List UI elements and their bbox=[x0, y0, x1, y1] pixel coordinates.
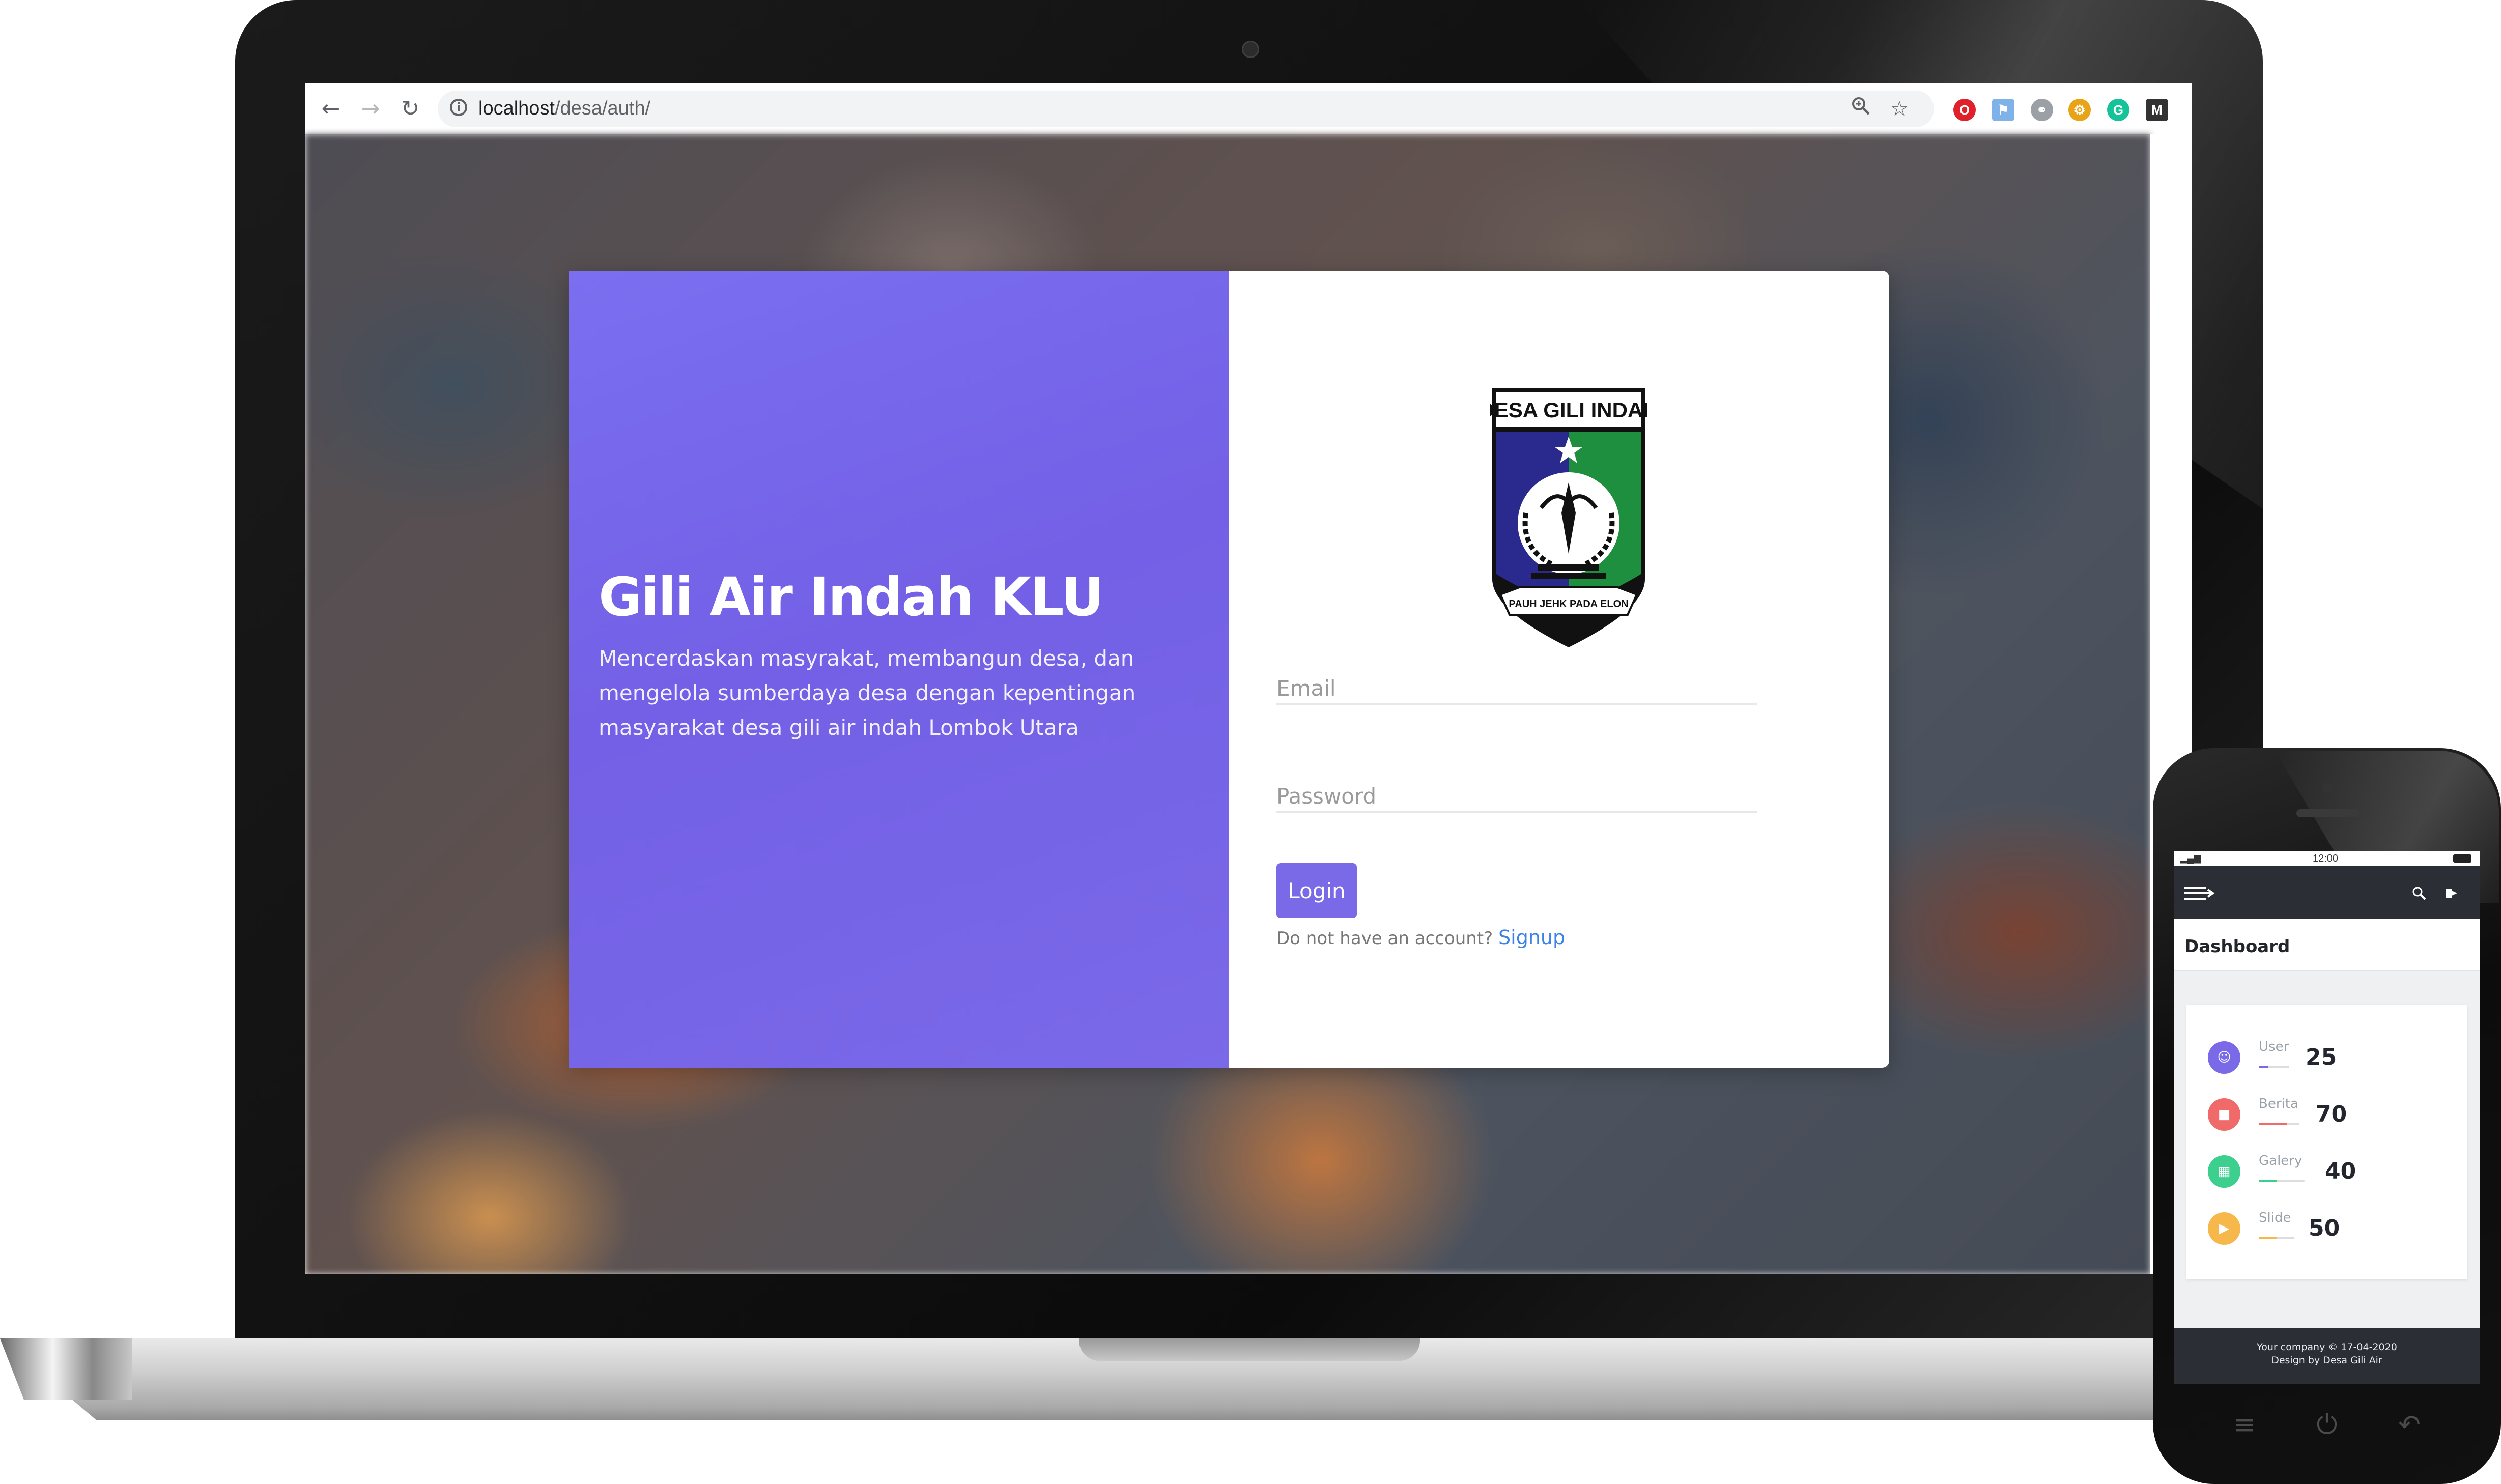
grammarly-extension-icon[interactable]: G bbox=[2107, 99, 2129, 121]
forward-icon[interactable]: → bbox=[356, 95, 385, 123]
stat-value-berita: 70 bbox=[2316, 1101, 2347, 1127]
laptop-screen: ← → ↻ i localhost/desa/auth/ ☆ O ⚑ ⚭ ⚙ G… bbox=[305, 83, 2192, 1274]
hero-description: Mencerdaskan masyrakat, membangun desa, … bbox=[599, 646, 1136, 740]
stat-bar-berita bbox=[2259, 1123, 2299, 1125]
laptop-opening-notch bbox=[1079, 1338, 1420, 1361]
zoom-icon[interactable] bbox=[1848, 96, 1874, 122]
menu-icon[interactable] bbox=[2183, 884, 2216, 902]
user-icon: ☺ bbox=[2208, 1041, 2240, 1074]
stat-label-user: User bbox=[2259, 1039, 2289, 1054]
phone-status-bar: ▂▄▆ 12:00 bbox=[2174, 851, 2480, 866]
m-extension-icon[interactable]: M bbox=[2146, 99, 2168, 121]
dashboard-title: Dashboard bbox=[2184, 936, 2290, 957]
news-icon: ■ bbox=[2208, 1098, 2240, 1131]
logo-motto: PAUH JEHK PADA ELON bbox=[1509, 598, 1628, 610]
reload-icon[interactable]: ↻ bbox=[396, 95, 424, 123]
stat-value-user: 25 bbox=[2306, 1044, 2337, 1070]
dashboard-header: Dashboard bbox=[2174, 919, 2480, 971]
stat-bar-slide bbox=[2259, 1237, 2294, 1239]
browser-toolbar: ← → ↻ i localhost/desa/auth/ ☆ O ⚑ ⚭ ⚙ G… bbox=[305, 83, 2192, 135]
email-field[interactable] bbox=[1276, 673, 1757, 705]
stat-value-galery: 40 bbox=[2325, 1158, 2356, 1184]
url-host: localhost bbox=[478, 98, 555, 119]
footer-credit: Design by Desa Gili Air bbox=[2271, 1355, 2382, 1366]
hero-panel: Gili Air Indah KLU Mencerdaskan masyraka… bbox=[569, 271, 1229, 1068]
search-icon[interactable] bbox=[2411, 886, 2427, 901]
logout-icon[interactable] bbox=[2444, 886, 2459, 901]
phone-camera bbox=[2323, 783, 2333, 793]
login-form-panel: DESA GILI INDAH PAUH JEHK PADA ELON Logi… bbox=[1229, 271, 1889, 1068]
stat-bar-galery bbox=[2259, 1180, 2305, 1182]
opera-extension-icon[interactable]: O bbox=[1953, 99, 1976, 121]
phone-menu-button-icon[interactable]: ≡ bbox=[2229, 1410, 2260, 1440]
url-path: /desa/auth/ bbox=[554, 98, 651, 119]
phone-screen: ▂▄▆ 12:00 Dashboard ☺ User 25 ■ Berita 7… bbox=[2174, 851, 2480, 1384]
stat-label-berita: Berita bbox=[2259, 1096, 2298, 1111]
link-extension-icon[interactable]: ⚭ bbox=[2031, 99, 2053, 121]
laptop-base-highlight bbox=[0, 1338, 132, 1400]
phone-speaker bbox=[2296, 809, 2360, 817]
status-time: 12:00 bbox=[2313, 853, 2339, 864]
stat-value-slide: 50 bbox=[2309, 1215, 2340, 1241]
phone-power-button-icon[interactable]: ⏻ bbox=[2312, 1410, 2342, 1440]
battery-icon bbox=[2453, 854, 2471, 863]
logo-text: DESA GILI INDAH bbox=[1490, 398, 1647, 422]
gallery-icon: ▦ bbox=[2208, 1155, 2240, 1188]
laptop-camera bbox=[1242, 41, 1259, 58]
phone-footer: Your company © 17-04-2020 Design by Desa… bbox=[2174, 1328, 2480, 1384]
signup-link[interactable]: Signup bbox=[1498, 926, 1565, 949]
star-icon[interactable]: ☆ bbox=[1886, 96, 1913, 122]
stats-card: ☺ User 25 ■ Berita 70 ▦ Galery 40 ▶ Slid… bbox=[2186, 1005, 2467, 1279]
stat-label-slide: Slide bbox=[2259, 1210, 2291, 1225]
flag-extension-icon[interactable]: ⚑ bbox=[1992, 99, 2014, 121]
phone-back-button-icon[interactable]: ↶ bbox=[2394, 1410, 2425, 1440]
gear-extension-icon[interactable]: ⚙ bbox=[2068, 99, 2091, 121]
signal-icon: ▂▄▆ bbox=[2180, 853, 2201, 863]
no-account-text: Do not have an account? bbox=[1276, 928, 1493, 949]
password-field[interactable] bbox=[1276, 781, 1757, 813]
stat-label-galery: Galery bbox=[2259, 1153, 2303, 1168]
stat-bar-user bbox=[2259, 1066, 2289, 1068]
slide-icon: ▶ bbox=[2208, 1212, 2240, 1245]
address-bar[interactable]: i localhost/desa/auth/ ☆ bbox=[438, 91, 1934, 127]
back-icon[interactable]: ← bbox=[317, 95, 345, 123]
footer-copyright: Your company © 17-04-2020 bbox=[2257, 1342, 2397, 1353]
signup-row: Do not have an account? Signup bbox=[1276, 926, 1565, 949]
login-card: Gili Air Indah KLU Mencerdaskan masyraka… bbox=[569, 271, 1889, 1068]
hero-title: Gili Air Indah KLU bbox=[599, 566, 1104, 628]
phone-app-bar bbox=[2174, 866, 2480, 919]
village-logo-emblem: DESA GILI INDAH PAUH JEHK PADA ELON bbox=[1490, 388, 1647, 647]
url-text[interactable]: localhost/desa/auth/ bbox=[478, 98, 650, 120]
login-button[interactable]: Login bbox=[1276, 863, 1357, 918]
info-icon[interactable]: i bbox=[450, 99, 467, 116]
